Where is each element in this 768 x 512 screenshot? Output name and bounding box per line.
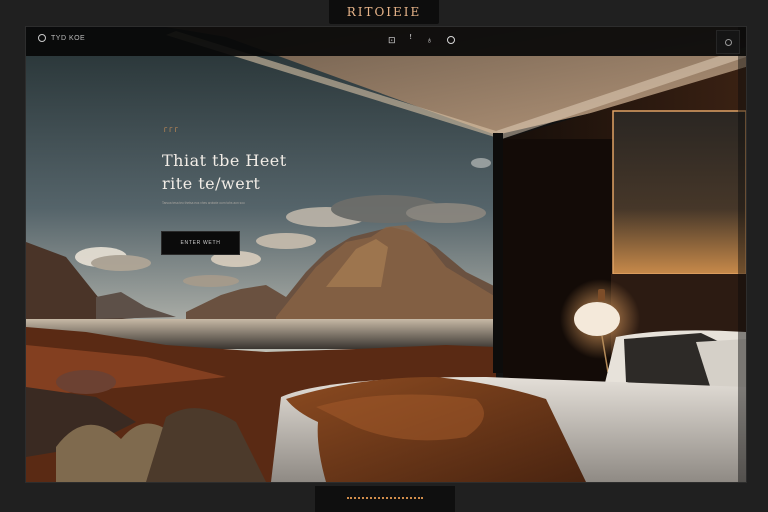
nav-icon-group: ⊡ ꜝ ♁ [388, 35, 455, 45]
hero-title-line-2: rite te/wert [162, 174, 261, 193]
hero-subtitle: Tarsoa tesa teo thetsa eos vhes arotwte … [162, 201, 245, 205]
hero-title: Thiat tbe Heet rite te/wert [162, 149, 352, 195]
search-button[interactable] [716, 30, 740, 54]
hero-eyebrow: ΓΓΓ [164, 128, 180, 134]
pin-icon[interactable]: ꜝ [410, 35, 413, 45]
brand-name: TYD KOE [51, 34, 86, 42]
cta-label: ENTER WETH [180, 240, 221, 246]
hero-title-line-1: Thiat tbe Heet [162, 151, 287, 170]
search-icon [724, 38, 732, 46]
scroll-bar-indicator [347, 496, 423, 502]
logo-ring-icon [38, 34, 46, 42]
window-title: RITOIEIE [346, 5, 422, 19]
bottom-scroll-indicator[interactable] [315, 486, 455, 512]
top-nav: TYD KOE ⊡ ꜝ ♁ [26, 27, 746, 56]
window-title-tab: RITOIEIE [329, 0, 439, 24]
cta-button[interactable]: ENTER WETH [161, 231, 240, 255]
hero-scene-image [26, 27, 746, 482]
tag-icon[interactable]: ⊡ [388, 35, 396, 45]
site-frame: TYD KOE ⊡ ꜝ ♁ ΓΓΓ Thiat tbe Heet rite te… [26, 27, 746, 482]
nav-logo[interactable]: TYD KOE [38, 34, 85, 42]
circle-icon[interactable] [446, 36, 455, 44]
paint-drop-icon[interactable]: ♁ [426, 35, 433, 45]
